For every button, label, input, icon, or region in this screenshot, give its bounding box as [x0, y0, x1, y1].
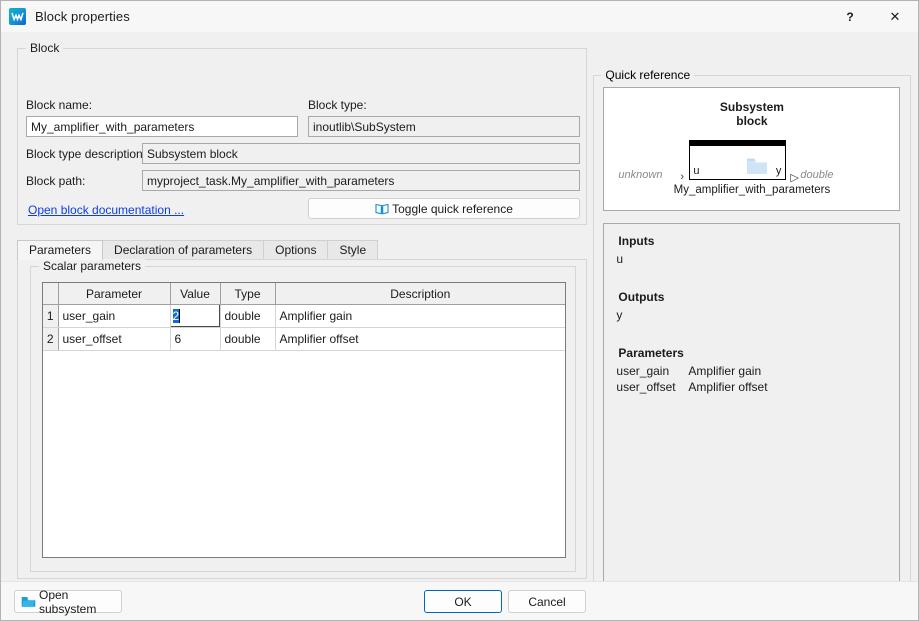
toggle-quick-reference-label: Toggle quick reference [392, 201, 513, 216]
value-edit-input[interactable]: 2 [170, 304, 219, 327]
tab-bar: Parameters Declaration of parameters Opt… [17, 240, 587, 260]
cell-value-editing[interactable]: 2 [170, 304, 221, 328]
help-button[interactable]: ? [828, 1, 872, 32]
dialog-footer: Open subsystem OK Cancel [1, 581, 918, 620]
block-type-input[interactable] [308, 116, 580, 137]
cell-type[interactable]: double [220, 304, 276, 328]
table-row[interactable]: 2 user_offset 6 double Amplifier offset [43, 327, 565, 351]
title-bar: Block properties ? ✕ [1, 1, 918, 33]
tab-options[interactable]: Options [263, 240, 329, 260]
open-subsystem-button[interactable]: Open subsystem [14, 587, 122, 616]
block-caption: My_amplifier_with_parameters [673, 184, 831, 196]
quick-reference-details: Inputs u Outputs y Parameters user_gain … [603, 223, 901, 596]
tab-style[interactable]: Style [327, 240, 379, 260]
ok-button[interactable]: OK [424, 590, 502, 613]
scilab-xcos-icon [9, 8, 26, 25]
table-header-row: Parameter Value Type Description [43, 283, 565, 305]
value-edit-selected-text: 2 [172, 308, 180, 323]
preview-title: Subsystem block [604, 100, 899, 128]
cell-type[interactable]: double [220, 327, 276, 351]
folder-icon [21, 595, 36, 608]
column-header-parameter[interactable]: Parameter [58, 283, 171, 305]
block-output-label: y [775, 165, 782, 177]
folder-watermark-icon [745, 154, 769, 179]
preview-title-line1: Subsystem [719, 100, 784, 114]
parameter-description: Amplifier gain [688, 364, 762, 378]
block-path-input[interactable] [142, 170, 580, 191]
block-type-label: Block type: [308, 98, 367, 112]
scalar-parameters-table[interactable]: Parameter Value Type Description 1 user_… [42, 282, 566, 558]
column-header-type[interactable]: Type [220, 283, 276, 305]
window-title: Block properties [35, 9, 130, 24]
text-caret [179, 308, 181, 323]
dialog-body: Block Block name: Block type: Block type… [1, 33, 918, 619]
book-icon [375, 203, 389, 215]
toggle-quick-reference-button[interactable]: Toggle quick reference [308, 198, 580, 219]
cell-description[interactable]: Amplifier gain [275, 304, 565, 328]
block-name-input[interactable] [26, 116, 298, 137]
block-type-description-input[interactable] [142, 143, 580, 164]
parameters-tab-panel: Scalar parameters Parameter Value Type D… [17, 259, 587, 579]
input-name: u [616, 252, 624, 266]
parameters-heading: Parameters [618, 346, 684, 360]
parameter-name: user_gain [616, 364, 670, 378]
preview-title-line2: block [736, 114, 768, 128]
block-type-description-label: Block type description: [26, 147, 147, 161]
quick-reference-group: Quick reference Subsystem block unknown … [593, 68, 912, 599]
close-button[interactable]: ✕ [872, 1, 918, 32]
scalar-parameters-group: Scalar parameters Parameter Value Type D… [30, 259, 576, 572]
quick-reference-pane: Quick reference Subsystem block unknown … [593, 33, 912, 619]
output-port-arrow-icon: ▷ [790, 172, 799, 184]
cell-value[interactable]: 6 [170, 327, 221, 351]
block-top-bar [690, 141, 786, 146]
open-subsystem-label: Open subsystem [39, 587, 97, 616]
parameter-row: user_gain Amplifier gain [616, 364, 887, 378]
block-properties-dialog: Block properties ? ✕ Block Block name: B… [0, 0, 919, 621]
quick-reference-legend: Quick reference [601, 68, 695, 82]
column-header-rownum [43, 283, 59, 305]
cancel-button[interactable]: Cancel [508, 590, 586, 613]
scalar-parameters-legend: Scalar parameters [39, 259, 146, 273]
input-port-arrow-icon: › [680, 171, 685, 183]
cell-description[interactable]: Amplifier offset [275, 327, 565, 351]
left-pane: Block Block name: Block type: Block type… [9, 33, 587, 600]
column-header-value[interactable]: Value [170, 283, 221, 305]
parameter-row: user_offset Amplifier offset [616, 380, 887, 394]
row-number: 1 [43, 304, 59, 328]
inputs-heading: Inputs [618, 234, 655, 248]
block-name-label: Block name: [26, 98, 93, 112]
cell-parameter[interactable]: user_gain [58, 304, 171, 328]
block-input-label: u [693, 165, 700, 177]
window-controls: ? ✕ [828, 1, 918, 32]
block-path-label: Block path: [26, 174, 86, 188]
input-type-label: unknown [618, 169, 663, 181]
output-name: y [616, 308, 623, 322]
block-group-legend: Block [26, 41, 64, 55]
table-row[interactable]: 1 user_gain 2 double Amplifier gain [43, 304, 565, 328]
cell-parameter[interactable]: user_offset [58, 327, 171, 351]
row-number: 2 [43, 327, 59, 351]
tab-declaration-of-parameters[interactable]: Declaration of parameters [102, 240, 265, 260]
block-preview: Subsystem block unknown › u y ▷ double M… [603, 87, 901, 211]
parameter-name: user_offset [616, 380, 676, 394]
open-block-documentation-link[interactable]: Open block documentation ... [28, 203, 184, 217]
subsystem-block-shape: u y [689, 140, 787, 180]
tab-parameters[interactable]: Parameters [17, 240, 104, 260]
outputs-heading: Outputs [618, 290, 665, 304]
parameter-description: Amplifier offset [688, 380, 768, 394]
column-header-description[interactable]: Description [275, 283, 565, 305]
output-type-label: double [800, 169, 834, 181]
